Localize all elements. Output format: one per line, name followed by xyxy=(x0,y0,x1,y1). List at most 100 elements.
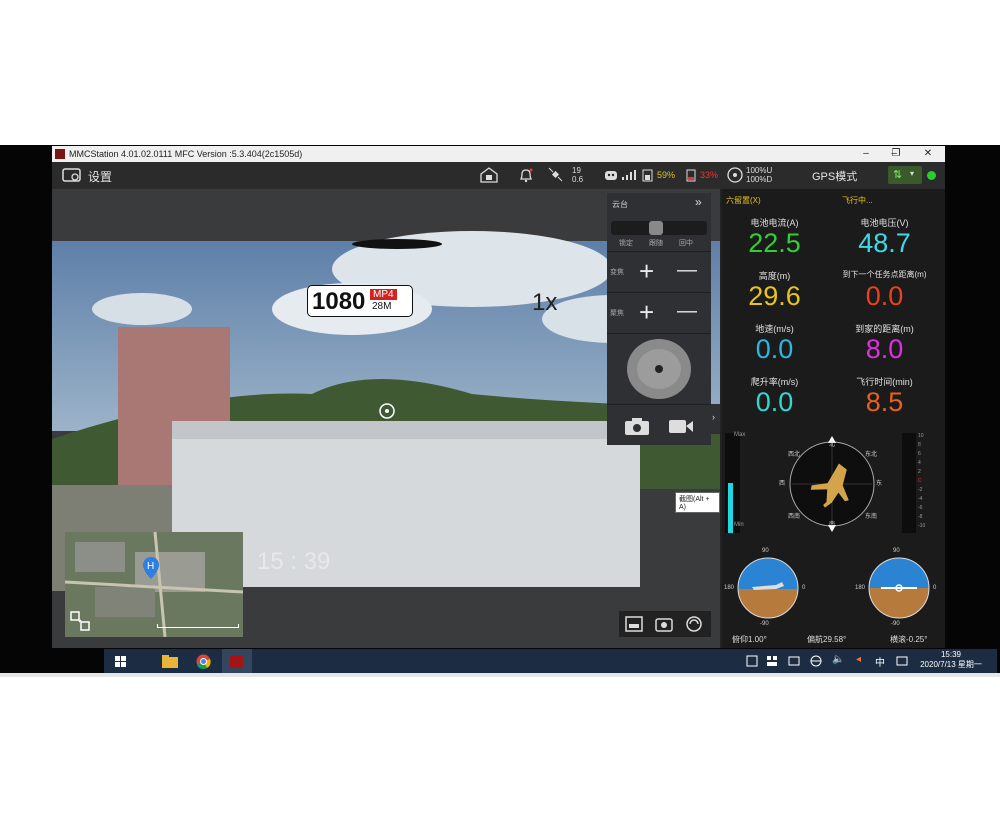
home-point-marker-icon: H xyxy=(143,557,159,579)
compass-se: 东南 xyxy=(865,514,878,520)
compass-ne: 东北 xyxy=(865,452,878,458)
pitch-m90-label: -90 xyxy=(760,621,769,627)
map-scale-bar xyxy=(157,624,239,628)
signal-percent: 59% xyxy=(657,170,676,180)
windows-start-icon[interactable] xyxy=(115,656,127,668)
focus-in-button[interactable]: + xyxy=(639,299,654,325)
taskbar-tray-icon-2[interactable] xyxy=(766,655,778,667)
gimbal-panel: 云台 » 锁定 跟随 回中 变焦 + — 聚焦 + — xyxy=(607,193,711,445)
telemetry-value: 29.6 xyxy=(748,281,801,311)
screen-frame: MMCStation 4.01.02.0111 MFC Version :5.3… xyxy=(0,145,1000,673)
bitrate-label: 28M xyxy=(372,301,392,312)
app-window: MMCStation 4.01.02.0111 MFC Version :5.3… xyxy=(52,146,997,673)
heading-readout: 偏航29.58° xyxy=(807,635,847,644)
compass-s: 南 xyxy=(829,522,836,528)
network-icon[interactable] xyxy=(810,655,822,667)
mini-map[interactable]: H xyxy=(65,532,243,637)
gauge-min-label: Min xyxy=(734,522,744,528)
compass-e: 东 xyxy=(876,481,883,487)
roll-0-label: 0 xyxy=(933,585,937,591)
pitch-180-label: 180 xyxy=(724,585,735,591)
satellite-count: 19 xyxy=(572,166,581,175)
compass-n: 北 xyxy=(829,442,836,448)
video-timer: 15 : 39 xyxy=(257,548,331,575)
mode-dropdown[interactable]: ⇅ ▾ xyxy=(888,166,922,184)
zoom-out-button[interactable]: — xyxy=(677,257,697,283)
clock-date: 2020/7/13 星期一 xyxy=(920,660,982,669)
file-explorer-icon[interactable] xyxy=(162,655,178,668)
keyboard-icon[interactable] xyxy=(896,655,908,667)
gimbal-joystick-area xyxy=(607,333,711,404)
flight-status: 飞行中... xyxy=(842,196,873,205)
link-up: 100%U xyxy=(746,166,773,175)
flight-mode: GPS模式 xyxy=(812,171,858,183)
maximize-button[interactable]: ❐ xyxy=(882,146,910,162)
roll-readout: 横滚-0.25° xyxy=(890,635,928,644)
roll-m90-label: -90 xyxy=(891,621,900,627)
chrome-icon[interactable] xyxy=(196,654,211,669)
ime-indicator[interactable]: 中 xyxy=(875,654,885,669)
title-bar: MMCStation 4.01.02.0111 MFC Version :5.3… xyxy=(52,146,945,162)
minimize-window-button[interactable]: – xyxy=(852,146,880,162)
settings-label[interactable]: 设置 xyxy=(88,168,112,185)
rc-battery-icon xyxy=(642,169,653,182)
camera-icon[interactable] xyxy=(623,415,651,437)
screenshot-icon[interactable] xyxy=(654,615,674,633)
taskbar-tray-icon-3[interactable] xyxy=(788,655,800,667)
link-down: 100%D xyxy=(746,175,773,184)
climb-gauge xyxy=(725,433,740,533)
roll-attitude-indicator xyxy=(868,557,930,619)
close-button[interactable]: ✕ xyxy=(914,146,942,162)
taskbar-clock[interactable]: 15:39 2020/7/13 星期一 xyxy=(916,650,986,670)
link-quality: 100%U 100%D xyxy=(746,166,772,184)
screenshot-tooltip: 截图(Alt + A) xyxy=(675,492,720,513)
bell-icon[interactable] xyxy=(518,167,534,183)
window-title: MMCStation 4.01.02.0111 MFC Version :5.3… xyxy=(69,149,303,159)
resolution-label: 1080 xyxy=(312,288,366,315)
satellite-icon xyxy=(548,167,563,182)
pitch-0-label: 0 xyxy=(802,585,806,591)
mmcstation-taskbar-button[interactable] xyxy=(222,649,252,673)
gimbal-mode-lock[interactable]: 锁定 xyxy=(619,238,633,248)
gimbal-joystick[interactable] xyxy=(626,338,692,400)
hdop-value: 0.6 xyxy=(572,175,584,184)
gauge-max-label: Max xyxy=(734,432,746,438)
recording-format-badge: 1080 MP4 28M xyxy=(307,285,413,317)
gimbal-mode-handle[interactable] xyxy=(649,221,663,235)
flag-icon[interactable]: ◂ xyxy=(856,654,861,665)
zoom-in-button[interactable]: + xyxy=(639,258,654,284)
taskbar-tray-icon-1[interactable] xyxy=(746,655,758,667)
zoom-label: 变焦 xyxy=(610,269,624,276)
volume-icon[interactable]: 🔈 xyxy=(832,654,844,665)
gimbal-mode-slider[interactable] xyxy=(611,221,707,235)
settings-icon[interactable] xyxy=(62,167,82,183)
focus-control: 聚焦 + — xyxy=(607,292,711,333)
gallery-icon[interactable] xyxy=(624,615,644,633)
chevron-right-icon: › xyxy=(712,412,715,422)
windows-taskbar: 🔈 ◂ 中 15:39 2020/7/13 星期一 xyxy=(104,649,997,673)
telemetry-value: 8.5 xyxy=(865,387,904,417)
gimbal-mode-follow[interactable]: 跟随 xyxy=(649,238,663,248)
map-expand-icon[interactable] xyxy=(69,610,91,632)
panel-toggle[interactable]: › xyxy=(711,404,720,434)
telemetry-value: 0.0 xyxy=(865,281,904,311)
telemetry-label: 到下一个任务点距离(m) xyxy=(842,270,927,279)
pitch-90-label: 90 xyxy=(762,548,769,554)
compass-w: 西 xyxy=(779,481,786,487)
gimbal-collapse-button[interactable]: » xyxy=(695,195,702,209)
focus-out-button[interactable]: — xyxy=(677,298,697,324)
telemetry-value: 48.7 xyxy=(858,228,911,258)
gimbal-mode-center[interactable]: 回中 xyxy=(679,238,693,248)
battery-percent: 33% xyxy=(700,170,719,180)
roll-90-label: 90 xyxy=(893,548,900,554)
video-record-icon[interactable] xyxy=(667,415,695,437)
signal-bars-icon xyxy=(622,170,636,180)
capture-controls xyxy=(607,404,711,445)
telemetry-panel: 六留置(X) 飞行中... 电池电流(A) 22.5 电池电压(V) 48.7 … xyxy=(722,189,945,648)
zoom-level: 1x xyxy=(532,289,558,316)
switch-camera-icon[interactable] xyxy=(684,615,704,633)
gimbal-title: 云台 xyxy=(612,200,628,209)
home-lock-icon[interactable] xyxy=(479,166,499,184)
link-icon xyxy=(727,167,743,183)
battery-icon xyxy=(686,169,696,182)
